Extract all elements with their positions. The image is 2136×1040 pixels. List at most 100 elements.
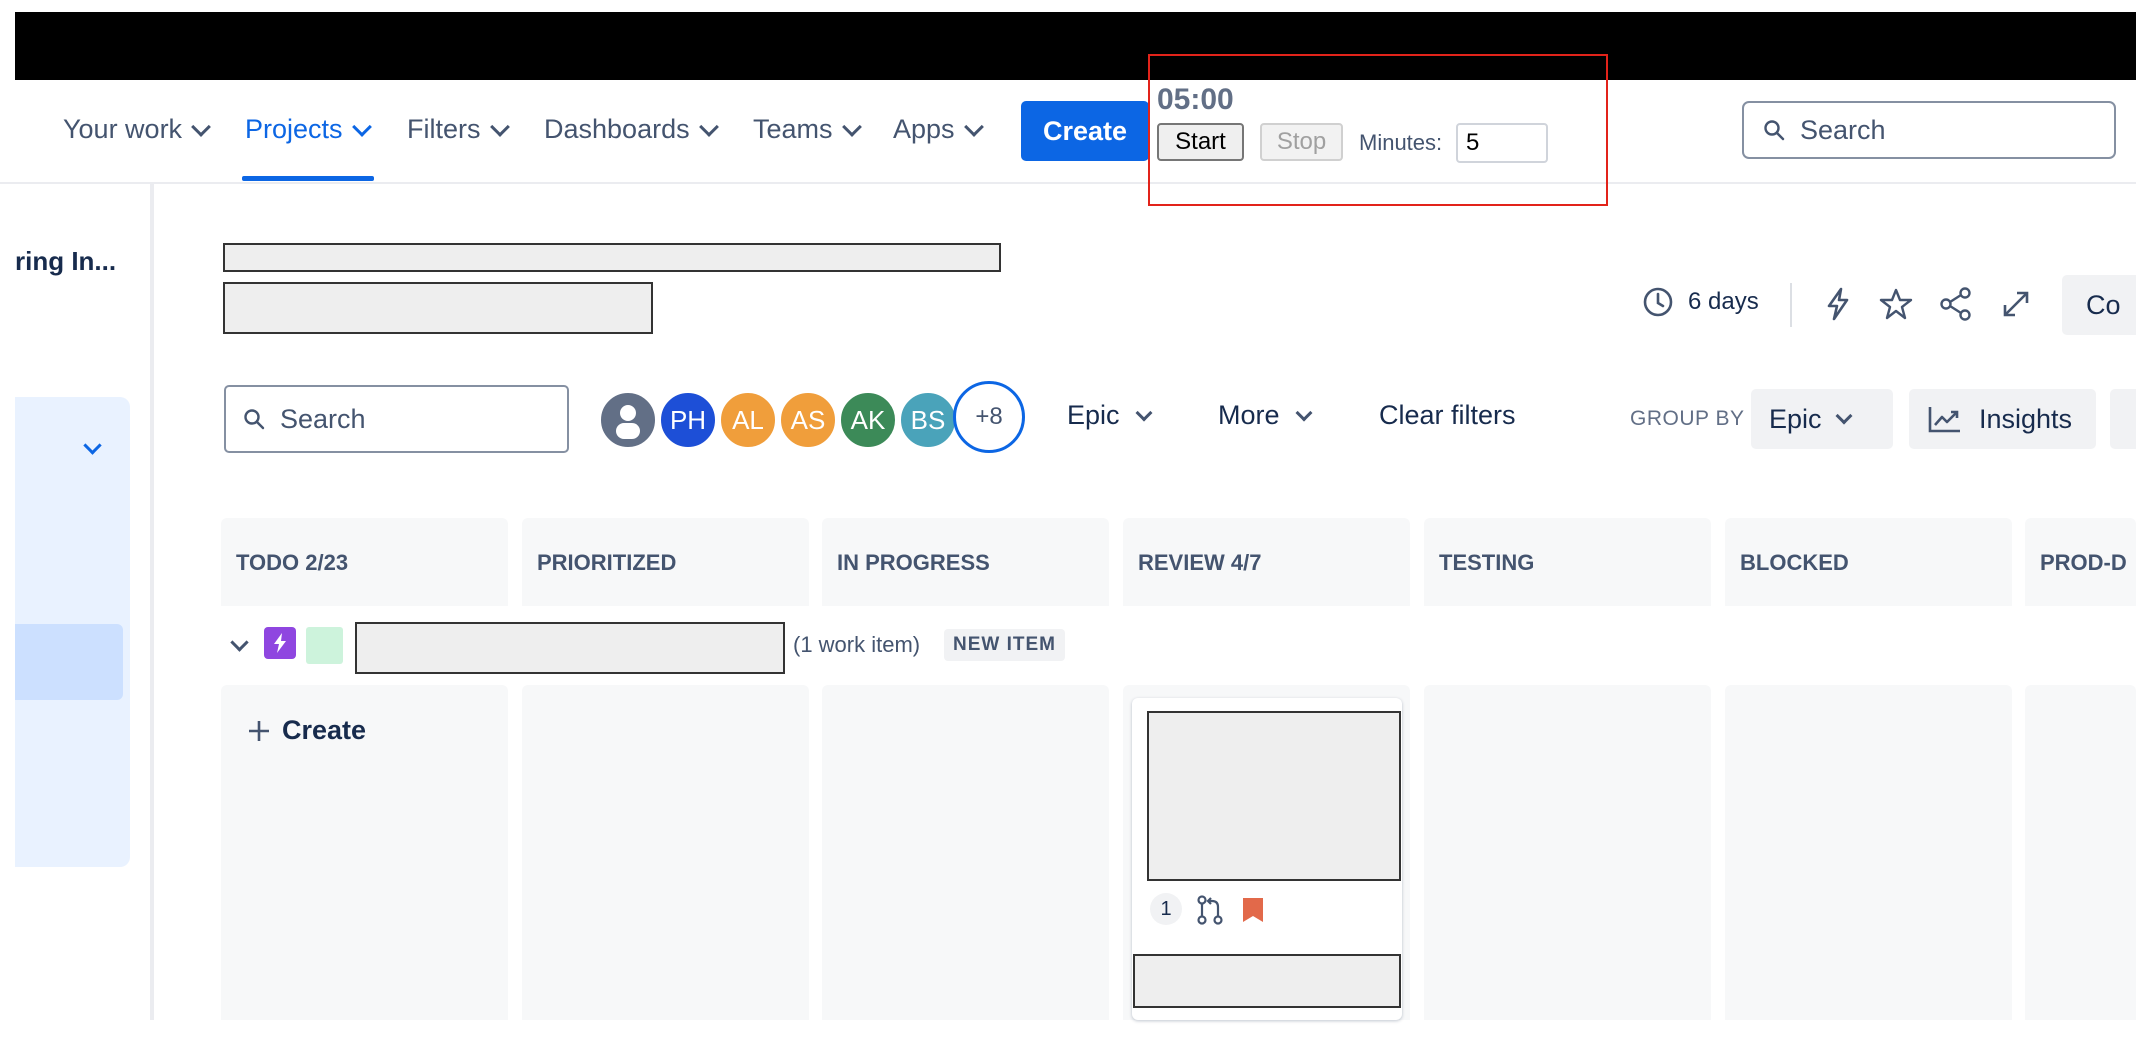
- days-remaining-label: 6 days: [1688, 288, 1759, 315]
- priority-icon: [1241, 896, 1265, 929]
- chevron-down-icon: [351, 116, 372, 137]
- share-button[interactable]: [1936, 284, 1976, 324]
- insights-button[interactable]: Insights: [1909, 389, 2096, 449]
- more-filter-label: More: [1218, 400, 1280, 430]
- epic-icon: [264, 627, 296, 659]
- board-search-input[interactable]: Search: [224, 385, 569, 453]
- epic-color-swatch: [306, 627, 343, 664]
- lightning-icon: [1827, 287, 1849, 321]
- page-title-redacted: [223, 282, 653, 334]
- column-header-in-progress[interactable]: IN PROGRESS: [822, 518, 1109, 606]
- minutes-input[interactable]: 5: [1456, 123, 1548, 163]
- avatar-bs[interactable]: BS: [898, 390, 958, 450]
- column-body-in-progress: [822, 685, 1109, 1020]
- create-button[interactable]: Create: [1021, 101, 1149, 161]
- chevron-down-icon: [698, 116, 719, 137]
- timer-stop-button[interactable]: Stop: [1260, 123, 1343, 161]
- plus-icon: [249, 720, 269, 741]
- column-header-prod[interactable]: PROD-D: [2025, 518, 2136, 606]
- avatar-al[interactable]: AL: [718, 390, 778, 450]
- timer-widget: 05:00 Start Stop Minutes: 5: [1148, 54, 1608, 206]
- chevron-down-icon: [191, 116, 211, 137]
- new-item-badge: NEW ITEM: [944, 629, 1065, 661]
- nav-your-work-label: Your work: [63, 114, 183, 144]
- nav-filters[interactable]: Filters: [407, 114, 510, 145]
- more-filter[interactable]: More: [1218, 400, 1313, 431]
- chart-trend-icon: [1928, 407, 1960, 433]
- issue-card[interactable]: 1: [1132, 698, 1402, 1020]
- column-header-blocked[interactable]: BLOCKED: [1725, 518, 2012, 606]
- nav-your-work[interactable]: Your work: [63, 114, 211, 145]
- work-item-count: (1 work item): [793, 632, 921, 657]
- chevron-down-icon[interactable]: [230, 633, 249, 652]
- clock-icon: [1643, 287, 1673, 317]
- column-body-prod: [2025, 685, 2136, 1020]
- card-image-redacted: [1147, 711, 1401, 881]
- column-body-testing: [1424, 685, 1711, 1020]
- chevron-down-icon: [489, 116, 510, 137]
- insights-label: Insights: [1979, 403, 2073, 434]
- active-tab-underline: [242, 176, 374, 181]
- chevron-down-icon: [841, 116, 862, 137]
- nav-filters-label: Filters: [407, 114, 481, 144]
- epic-name-redacted: [355, 622, 785, 674]
- nav-dashboards[interactable]: Dashboards: [544, 114, 719, 145]
- search-icon: [244, 409, 265, 430]
- column-header-todo[interactable]: TODO 2/23: [221, 518, 508, 606]
- column-body-prioritized: [522, 685, 809, 1020]
- avatar-ph[interactable]: PH: [658, 390, 718, 450]
- avatar-more[interactable]: +8: [953, 381, 1025, 453]
- share-icon: [1940, 287, 1971, 321]
- column-header-review[interactable]: REVIEW 4/7: [1123, 518, 1410, 606]
- nav-teams[interactable]: Teams: [753, 114, 862, 145]
- timer-start-button[interactable]: Start: [1157, 123, 1244, 161]
- chevron-down-icon: [1295, 404, 1313, 421]
- search-icon: [1764, 120, 1785, 141]
- global-search-placeholder: Search: [1800, 114, 1886, 145]
- card-title-redacted: [1133, 954, 1401, 1008]
- nav-apps[interactable]: Apps: [893, 114, 984, 145]
- view-settings-button[interactable]: [2110, 389, 2136, 449]
- sprint-remaining: 6 days: [1642, 286, 1759, 318]
- card-count-badge: 1: [1150, 893, 1182, 925]
- nav-apps-label: Apps: [893, 114, 955, 144]
- pull-request-icon: [1196, 895, 1224, 930]
- global-search-input[interactable]: Search: [1742, 101, 2116, 159]
- lightning-icon: [274, 633, 286, 653]
- chevron-down-icon: [1135, 404, 1153, 421]
- minutes-label: Minutes:: [1359, 130, 1443, 155]
- group-by-value: Epic: [1769, 403, 1822, 434]
- sidebar-project-title[interactable]: ring In...: [15, 246, 116, 277]
- automation-button[interactable]: [1818, 284, 1858, 324]
- column-header-prioritized[interactable]: PRIORITIZED: [522, 518, 809, 606]
- create-issue-button[interactable]: Create: [246, 715, 366, 746]
- complete-sprint-button[interactable]: Co: [2062, 275, 2136, 335]
- column-header-testing[interactable]: TESTING: [1424, 518, 1711, 606]
- nav-dashboards-label: Dashboards: [544, 114, 690, 144]
- star-icon: [1879, 288, 1913, 320]
- clear-filters-button[interactable]: Clear filters: [1379, 400, 1516, 431]
- user-icon: [616, 405, 640, 439]
- top-navigation: Your work Projects Filters Dashboards Te…: [0, 80, 2136, 184]
- chevron-down-icon[interactable]: [83, 436, 102, 455]
- group-by-select[interactable]: Epic: [1751, 389, 1893, 449]
- expand-icon: [2003, 291, 2029, 317]
- create-issue-label: Create: [282, 715, 367, 745]
- timer-display: 05:00: [1157, 83, 1234, 116]
- fullscreen-button[interactable]: [1996, 284, 2036, 324]
- avatar-unassigned[interactable]: [598, 390, 658, 450]
- column-body-blocked: [1725, 685, 2012, 1020]
- epic-filter[interactable]: Epic: [1067, 400, 1153, 431]
- avatar-ak[interactable]: AK: [838, 390, 898, 450]
- clear-filters-label: Clear filters: [1379, 400, 1516, 430]
- avatar-as[interactable]: AS: [778, 390, 838, 450]
- nav-teams-label: Teams: [753, 114, 833, 144]
- sidebar-item-selected[interactable]: [15, 624, 123, 700]
- header-divider: [1790, 283, 1792, 327]
- group-by-label: GROUP BY: [1630, 407, 1745, 430]
- star-button[interactable]: [1876, 284, 1916, 324]
- nav-projects[interactable]: Projects: [245, 114, 372, 145]
- top-black-bar: [15, 12, 2136, 80]
- board-search-placeholder: Search: [280, 403, 366, 434]
- sidebar-panel: [15, 397, 130, 867]
